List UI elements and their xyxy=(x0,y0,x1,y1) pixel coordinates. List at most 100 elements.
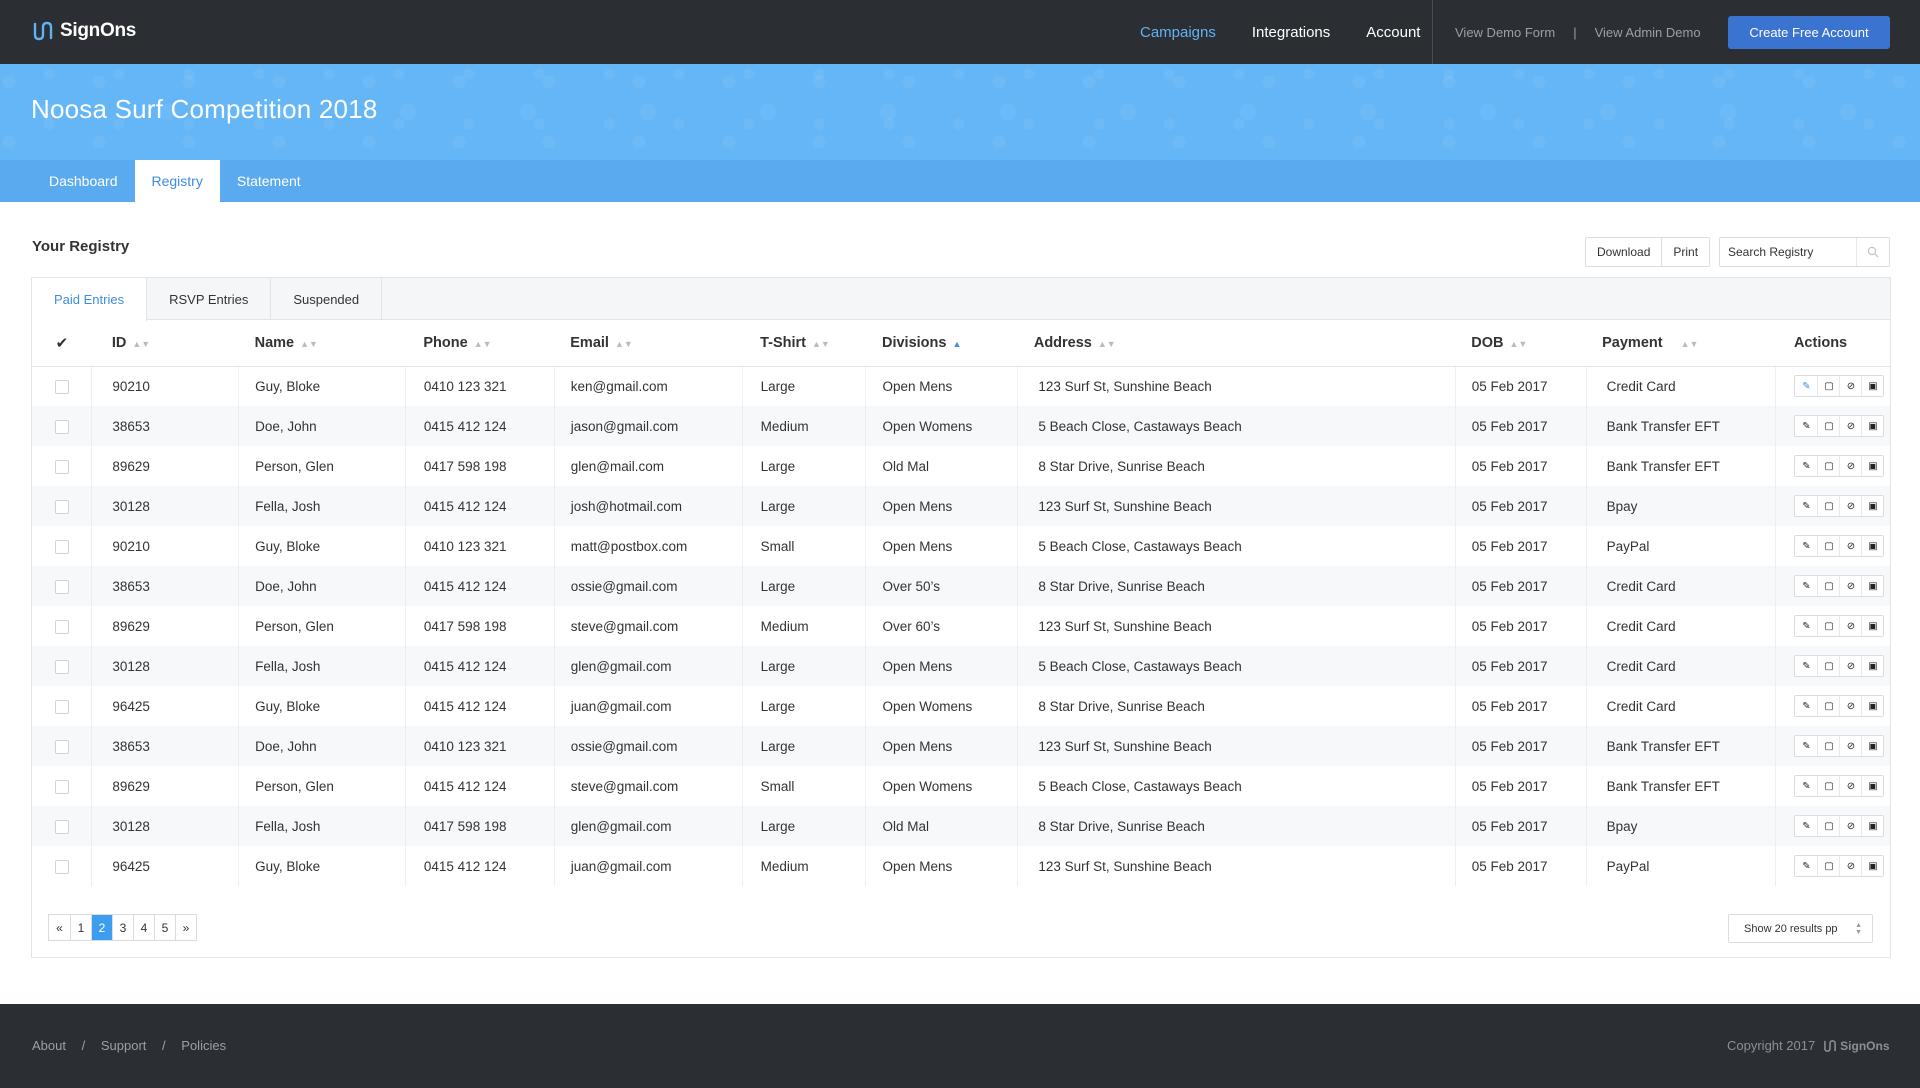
row-checkbox[interactable] xyxy=(54,419,69,434)
sort-icon[interactable]: ▲▼ xyxy=(812,339,830,349)
row-checkbox[interactable] xyxy=(54,499,69,514)
suspend-icon[interactable]: ⊘ xyxy=(1839,656,1861,676)
payment-icon[interactable]: ▣ xyxy=(1861,736,1883,756)
edit-icon[interactable]: ✎ xyxy=(1795,816,1817,836)
nav-account[interactable]: Account xyxy=(1366,24,1420,41)
payment-icon[interactable]: ▣ xyxy=(1861,456,1883,476)
pagination-next[interactable]: » xyxy=(175,915,196,940)
payment-icon[interactable]: ▣ xyxy=(1861,856,1883,876)
row-checkbox[interactable] xyxy=(54,859,69,874)
col-header-tshirt[interactable]: T-Shirt ▲▼ xyxy=(742,320,866,367)
payment-icon[interactable]: ▣ xyxy=(1861,656,1883,676)
select-all-check-icon[interactable]: ✔ xyxy=(56,335,69,352)
col-header-id[interactable]: ID ▲▼ xyxy=(91,320,239,367)
col-header-payment[interactable]: Payment ▲▼ xyxy=(1586,320,1776,367)
suspend-icon[interactable]: ⊘ xyxy=(1839,536,1861,556)
row-checkbox[interactable] xyxy=(54,539,69,554)
sort-icon[interactable]: ▲▼ xyxy=(300,339,318,349)
tab-dashboard[interactable]: Dashboard xyxy=(32,160,135,202)
payment-icon[interactable]: ▣ xyxy=(1861,816,1883,836)
search-input[interactable] xyxy=(1720,245,1856,259)
suspend-icon[interactable]: ⊘ xyxy=(1839,496,1861,516)
col-header-name[interactable]: Name ▲▼ xyxy=(238,320,406,367)
suspend-icon[interactable]: ⊘ xyxy=(1839,456,1861,476)
tab-registry[interactable]: Registry xyxy=(134,160,220,202)
pagination-page-5[interactable]: 5 xyxy=(154,915,175,940)
row-checkbox[interactable] xyxy=(54,779,69,794)
note-icon[interactable]: ▢ xyxy=(1817,776,1839,796)
suspend-icon[interactable]: ⊘ xyxy=(1839,696,1861,716)
sort-ascending-icon[interactable]: ▲ xyxy=(952,339,961,349)
row-checkbox[interactable] xyxy=(54,819,69,834)
note-icon[interactable]: ▢ xyxy=(1817,616,1839,636)
footer-about-link[interactable]: About xyxy=(32,1038,66,1053)
note-icon[interactable]: ▢ xyxy=(1817,376,1839,397)
pagination-page-3[interactable]: 3 xyxy=(112,915,133,940)
sort-icon[interactable]: ▲▼ xyxy=(615,339,633,349)
row-checkbox[interactable] xyxy=(54,579,69,594)
sort-icon[interactable]: ▲▼ xyxy=(1509,339,1527,349)
note-icon[interactable]: ▢ xyxy=(1817,416,1839,436)
sort-icon[interactable]: ▲▼ xyxy=(474,339,492,349)
search-button[interactable] xyxy=(1856,238,1889,266)
edit-icon[interactable]: ✎ xyxy=(1795,736,1817,756)
download-button[interactable]: Download xyxy=(1586,238,1662,266)
row-checkbox[interactable] xyxy=(54,459,69,474)
col-header-address[interactable]: Address ▲▼ xyxy=(1017,320,1456,367)
edit-icon[interactable]: ✎ xyxy=(1795,616,1817,636)
footer-policies-link[interactable]: Policies xyxy=(181,1038,226,1053)
edit-icon[interactable]: ✎ xyxy=(1795,376,1817,396)
sort-icon[interactable]: ▲▼ xyxy=(132,339,150,349)
suspend-icon[interactable]: ⊘ xyxy=(1839,376,1861,397)
brand-logo[interactable]: SignOns xyxy=(32,20,136,42)
suspend-icon[interactable]: ⊘ xyxy=(1839,816,1861,836)
col-header-email[interactable]: Email ▲▼ xyxy=(554,320,743,367)
payment-icon[interactable]: ▣ xyxy=(1861,496,1883,516)
view-demo-form-link[interactable]: View Demo Form xyxy=(1455,25,1555,40)
payment-icon[interactable]: ▣ xyxy=(1861,416,1883,436)
edit-icon[interactable]: ✎ xyxy=(1795,536,1817,556)
edit-icon[interactable]: ✎ xyxy=(1795,656,1817,676)
pagination-page-2[interactable]: 2 xyxy=(91,915,112,940)
suspend-icon[interactable]: ⊘ xyxy=(1839,736,1861,756)
payment-icon[interactable]: ▣ xyxy=(1861,776,1883,796)
note-icon[interactable]: ▢ xyxy=(1817,736,1839,756)
edit-icon[interactable]: ✎ xyxy=(1795,856,1817,876)
edit-icon[interactable]: ✎ xyxy=(1795,416,1817,436)
edit-icon[interactable]: ✎ xyxy=(1795,696,1817,716)
edit-icon[interactable]: ✎ xyxy=(1795,456,1817,476)
payment-icon[interactable]: ▣ xyxy=(1861,616,1883,636)
note-icon[interactable]: ▢ xyxy=(1817,456,1839,476)
row-checkbox[interactable] xyxy=(54,379,69,394)
payment-icon[interactable]: ▣ xyxy=(1861,576,1883,596)
edit-icon[interactable]: ✎ xyxy=(1795,776,1817,796)
view-admin-demo-link[interactable]: View Admin Demo xyxy=(1595,25,1701,40)
sort-icon[interactable]: ▲▼ xyxy=(1681,339,1699,349)
note-icon[interactable]: ▢ xyxy=(1817,536,1839,556)
row-checkbox[interactable] xyxy=(54,619,69,634)
results-per-page-select[interactable]: Show 20 results pp ▲ ▼ xyxy=(1728,914,1873,943)
col-header-dob[interactable]: DOB ▲▼ xyxy=(1455,320,1587,367)
subtab-paid-entries[interactable]: Paid Entries xyxy=(32,278,148,321)
note-icon[interactable]: ▢ xyxy=(1817,496,1839,516)
col-header-divisions[interactable]: Divisions ▲ xyxy=(865,320,1018,367)
subtab-rsvp-entries[interactable]: RSVP Entries xyxy=(147,278,272,320)
print-button[interactable]: Print xyxy=(1661,238,1710,266)
pagination-page-1[interactable]: 1 xyxy=(70,915,91,940)
edit-icon[interactable]: ✎ xyxy=(1795,576,1817,596)
payment-icon[interactable]: ▣ xyxy=(1861,536,1883,556)
footer-support-link[interactable]: Support xyxy=(101,1038,147,1053)
suspend-icon[interactable]: ⊘ xyxy=(1839,576,1861,596)
col-header-phone[interactable]: Phone ▲▼ xyxy=(405,320,555,367)
edit-icon[interactable]: ✎ xyxy=(1795,496,1817,516)
row-checkbox[interactable] xyxy=(54,699,69,714)
note-icon[interactable]: ▢ xyxy=(1817,576,1839,596)
note-icon[interactable]: ▢ xyxy=(1817,816,1839,836)
subtab-suspended[interactable]: Suspended xyxy=(271,278,383,320)
sort-icon[interactable]: ▲▼ xyxy=(1098,339,1116,349)
note-icon[interactable]: ▢ xyxy=(1817,856,1839,876)
note-icon[interactable]: ▢ xyxy=(1817,696,1839,716)
suspend-icon[interactable]: ⊘ xyxy=(1839,416,1861,436)
nav-campaigns[interactable]: Campaigns xyxy=(1140,24,1216,41)
payment-icon[interactable]: ▣ xyxy=(1861,376,1883,397)
